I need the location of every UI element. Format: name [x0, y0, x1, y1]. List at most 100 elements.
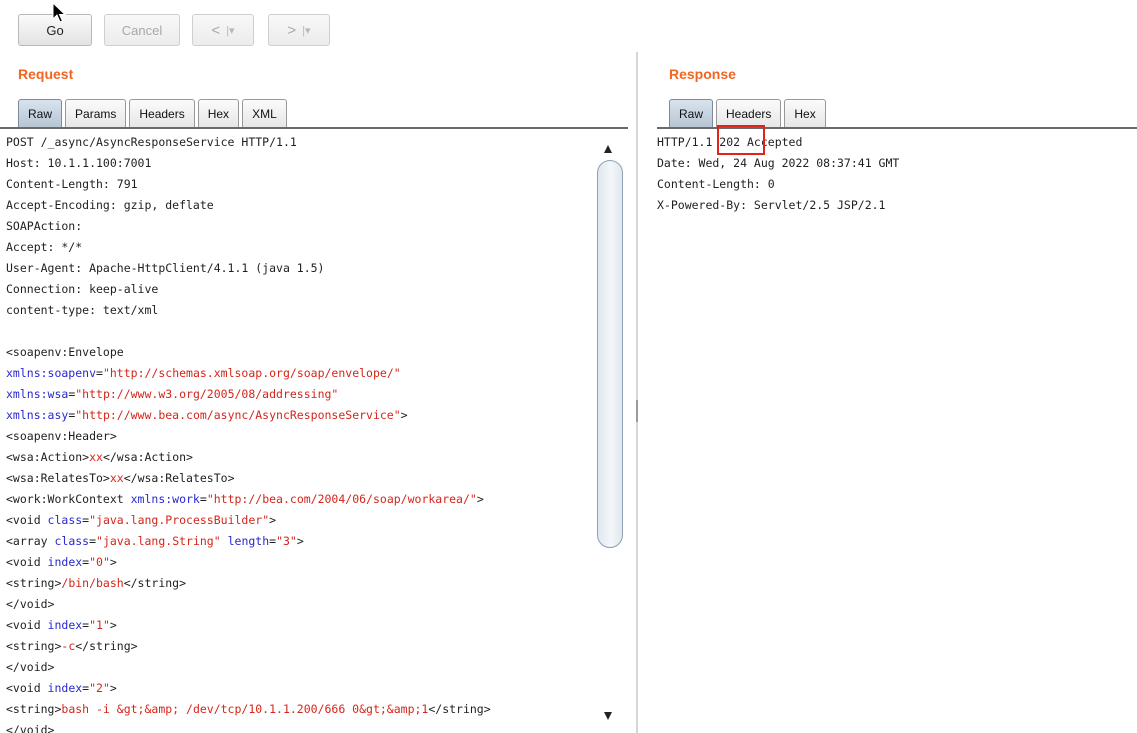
request-token: xmlns:work: [130, 492, 200, 506]
scroll-up-arrow-icon[interactable]: [604, 145, 612, 153]
request-token: =: [199, 492, 207, 506]
request-token: "3": [276, 534, 297, 548]
response-tab-raw[interactable]: Raw: [669, 99, 714, 128]
request-token: Connection: keep-alive: [6, 282, 159, 296]
request-token: </void>: [6, 660, 55, 674]
request-token: >: [109, 681, 117, 695]
request-token: </wsa:RelatesTo>: [123, 471, 235, 485]
request-token: >: [476, 492, 484, 506]
request-token: <soapenv:Envelope: [6, 345, 124, 359]
go-button-label: Go: [46, 22, 64, 38]
toolbar: Go Cancel < |▾ > |▾: [0, 0, 1137, 56]
request-line: <soapenv:Envelope: [6, 342, 592, 363]
request-token: Content-Length: 791: [6, 177, 138, 191]
request-token: "java.lang.ProcessBuilder": [89, 513, 270, 527]
response-token: Date: Wed, 24 Aug 2022 08:37:41 GMT: [657, 156, 900, 170]
request-token: >: [400, 408, 408, 422]
request-line: SOAPAction:: [6, 216, 592, 237]
forward-dropdown-icon[interactable]: |▾: [302, 24, 310, 37]
request-tab-xml[interactable]: XML: [242, 99, 287, 128]
request-line: xmlns:wsa="http://www.w3.org/2005/08/add…: [6, 384, 592, 405]
request-line: [6, 321, 592, 342]
request-token: SOAPAction:: [6, 219, 83, 233]
back-dropdown-icon[interactable]: |▾: [226, 24, 234, 37]
request-token: [221, 534, 228, 548]
forward-button[interactable]: > |▾: [268, 14, 330, 46]
request-tab-raw[interactable]: Raw: [18, 99, 63, 128]
request-line: User-Agent: Apache-HttpClient/4.1.1 (jav…: [6, 258, 592, 279]
request-token: <void: [6, 681, 48, 695]
request-line: <soapenv:Header>: [6, 426, 592, 447]
response-editor[interactable]: HTTP/1.1 202 Accepted Date: Wed, 24 Aug 2…: [657, 132, 1132, 733]
request-token: >: [109, 618, 117, 632]
request-token: Accept: */*: [6, 240, 83, 254]
request-token: >: [109, 555, 117, 569]
request-token: "0": [89, 555, 110, 569]
request-token: /bin/bash: [61, 576, 124, 590]
request-token: "1": [89, 618, 110, 632]
response-token: Content-Length: 0: [657, 177, 775, 191]
request-token: xx: [89, 450, 103, 464]
request-line: <string>-c</string>: [6, 636, 592, 657]
request-editor[interactable]: POST /_async/AsyncResponseService HTTP/1…: [6, 132, 592, 733]
request-line: <string>/bin/bash</string>: [6, 573, 592, 594]
request-token: <soapenv:Header>: [6, 429, 117, 443]
response-tab-headers[interactable]: Headers: [716, 99, 782, 128]
cancel-button[interactable]: Cancel: [104, 14, 180, 46]
request-line: Accept: */*: [6, 237, 592, 258]
request-token: </string>: [75, 639, 138, 653]
scroll-down-arrow-icon[interactable]: [604, 712, 612, 720]
request-token: <string>: [6, 702, 62, 716]
response-line: Content-Length: 0: [657, 174, 1132, 195]
request-token: index: [47, 681, 83, 695]
request-tab-hex[interactable]: Hex: [197, 99, 240, 128]
request-line: <wsa:Action>xx</wsa:Action>: [6, 447, 592, 468]
response-token: X-Powered-By: Servlet/2.5 JSP/2.1: [657, 198, 886, 212]
request-token: index: [47, 618, 83, 632]
request-token: "java.lang.String": [96, 534, 221, 548]
split-divider[interactable]: [636, 52, 638, 733]
request-token: "http://schemas.xmlsoap.org/soap/envelop…: [102, 366, 401, 380]
request-line: </void>: [6, 657, 592, 678]
request-token: =: [89, 534, 97, 548]
request-token: class: [54, 534, 90, 548]
back-button[interactable]: < |▾: [192, 14, 254, 46]
response-line: X-Powered-By: Servlet/2.5 JSP/2.1: [657, 195, 1132, 216]
request-token: xmlns:wsa: [6, 387, 69, 401]
request-token: length: [227, 534, 270, 548]
request-token: >: [296, 534, 304, 548]
request-token: >: [269, 513, 277, 527]
request-tab-headers[interactable]: Headers: [129, 99, 195, 128]
request-token: <string>: [6, 576, 62, 590]
request-token: xx: [109, 471, 124, 485]
request-token: </wsa:Action>: [102, 450, 193, 464]
request-line: Host: 10.1.1.100:7001: [6, 153, 592, 174]
request-tab-params[interactable]: Params: [65, 99, 127, 128]
request-line: </void>: [6, 720, 592, 733]
request-token: "http://www.w3.org/2005/08/addressing": [75, 387, 339, 401]
response-tabs: Raw Headers Hex: [669, 99, 829, 128]
status-code-highlight-box: [717, 125, 765, 155]
request-token: "2": [89, 681, 110, 695]
request-line: xmlns:asy="http://www.bea.com/async/Asyn…: [6, 405, 592, 426]
request-token: </string>: [123, 576, 187, 590]
request-line: <array class="java.lang.String" length="…: [6, 531, 592, 552]
request-tabs: Raw Params Headers Hex XML: [18, 99, 290, 128]
cancel-button-label: Cancel: [121, 22, 163, 38]
request-token: </void>: [6, 597, 55, 611]
request-token: </void>: [6, 723, 55, 733]
forward-arrow-icon: >: [287, 21, 297, 39]
request-token: xmlns:asy: [6, 408, 69, 422]
request-token: "http://www.bea.com/async/AsyncResponseS…: [75, 408, 401, 422]
response-tab-hex[interactable]: Hex: [784, 99, 826, 128]
request-token: xmlns:soapenv: [6, 366, 97, 380]
request-token: "http://bea.com/2004/06/soap/workarea/": [206, 492, 477, 506]
request-scrollbar-thumb[interactable]: [597, 160, 623, 548]
request-line: POST /_async/AsyncResponseService HTTP/1…: [6, 132, 592, 153]
request-token: <string>: [6, 639, 62, 653]
request-line: <void index="2">: [6, 678, 592, 699]
request-token: </string>: [428, 702, 491, 716]
request-line: Accept-Encoding: gzip, deflate: [6, 195, 592, 216]
divider-grip-icon[interactable]: [636, 400, 638, 422]
request-token: <wsa:RelatesTo>: [6, 471, 110, 485]
